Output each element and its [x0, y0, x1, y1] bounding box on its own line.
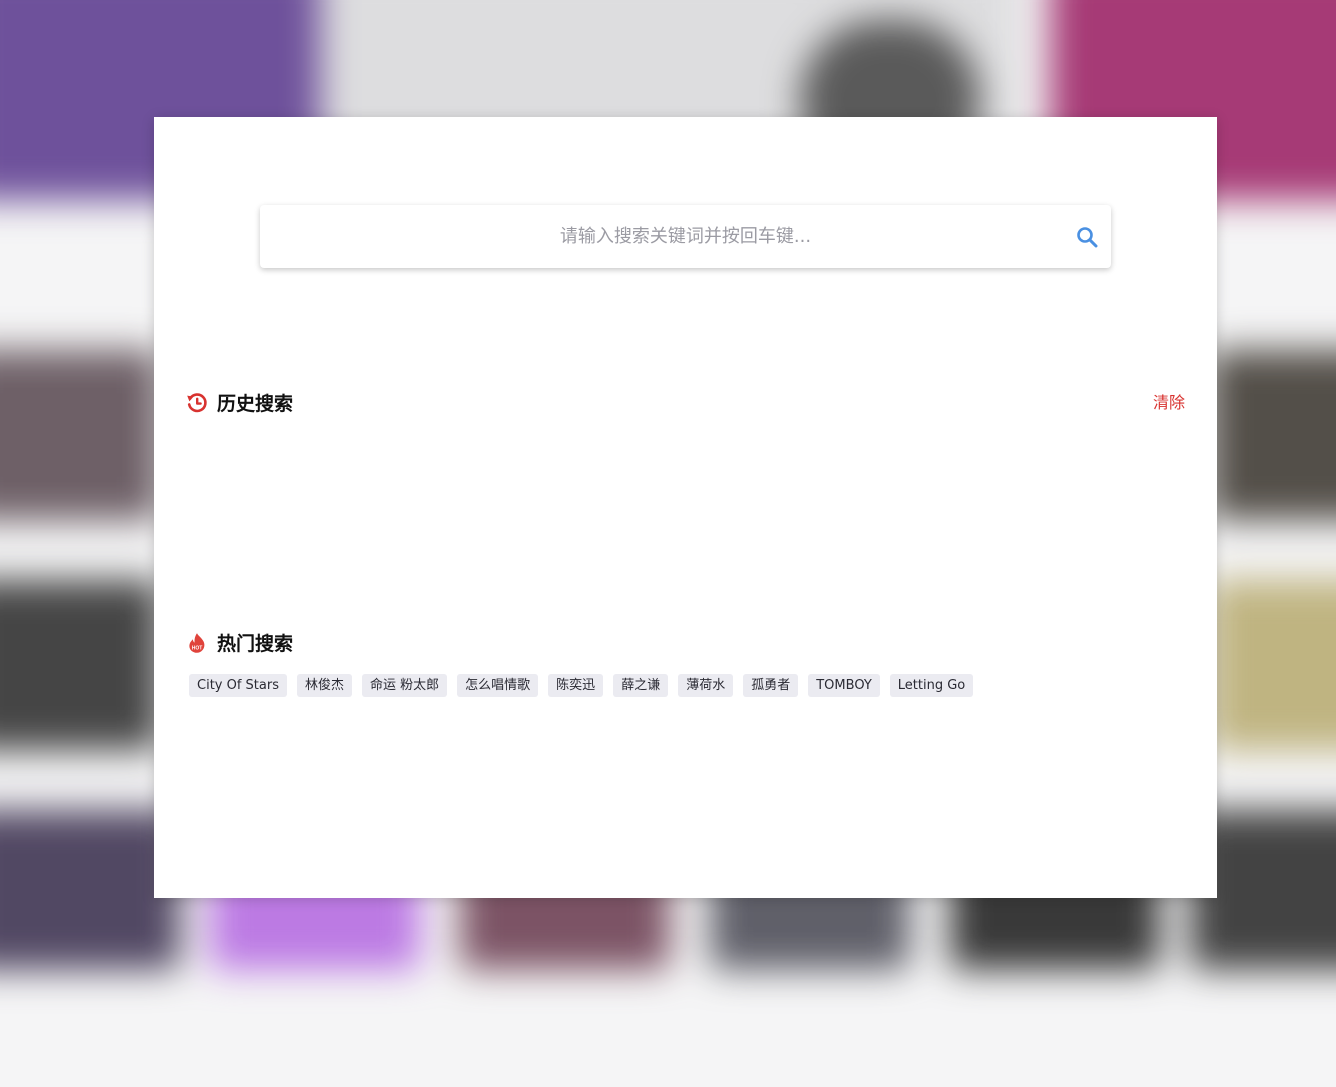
hot-tag[interactable]: 陈奕迅	[548, 674, 604, 697]
hot-tag[interactable]: 怎么唱情歌	[457, 674, 539, 697]
hot-tag[interactable]: 薄荷水	[678, 674, 734, 697]
hot-tag[interactable]: 林俊杰	[297, 674, 353, 697]
hot-tag[interactable]: Letting Go	[889, 674, 974, 697]
hot-tag[interactable]: TOMBOY	[808, 674, 880, 697]
hot-fire-icon: HOT	[186, 632, 208, 654]
hot-tag[interactable]: 命运 粉太郎	[362, 674, 448, 697]
hot-badge-text: HOT	[192, 645, 203, 651]
hot-section-header: HOT 热门搜索	[186, 629, 293, 656]
search-input[interactable]	[260, 205, 1111, 268]
hot-tag[interactable]: 孤勇者	[743, 674, 799, 697]
search-icon[interactable]	[1075, 225, 1099, 249]
search-panel-body: 历史搜索 清除 HOT 热门搜索 City Of Stars 林俊杰 命运 粉太…	[154, 356, 1217, 898]
hot-tag[interactable]: City Of Stars	[189, 674, 287, 697]
hot-tag[interactable]: 薛之谦	[613, 674, 669, 697]
search-modal: 历史搜索 清除 HOT 热门搜索 City Of Stars 林俊杰 命运 粉太…	[154, 117, 1217, 898]
hot-title: 热门搜索	[217, 633, 294, 655]
search-box	[260, 205, 1111, 268]
history-section-header: 历史搜索	[186, 389, 293, 416]
history-icon	[186, 392, 208, 414]
history-title: 历史搜索	[217, 393, 294, 415]
search-header	[154, 117, 1217, 356]
clear-history-button[interactable]: 清除	[1153, 389, 1185, 413]
hot-tag-list: City Of Stars 林俊杰 命运 粉太郎 怎么唱情歌 陈奕迅 薛之谦 薄…	[189, 674, 974, 697]
